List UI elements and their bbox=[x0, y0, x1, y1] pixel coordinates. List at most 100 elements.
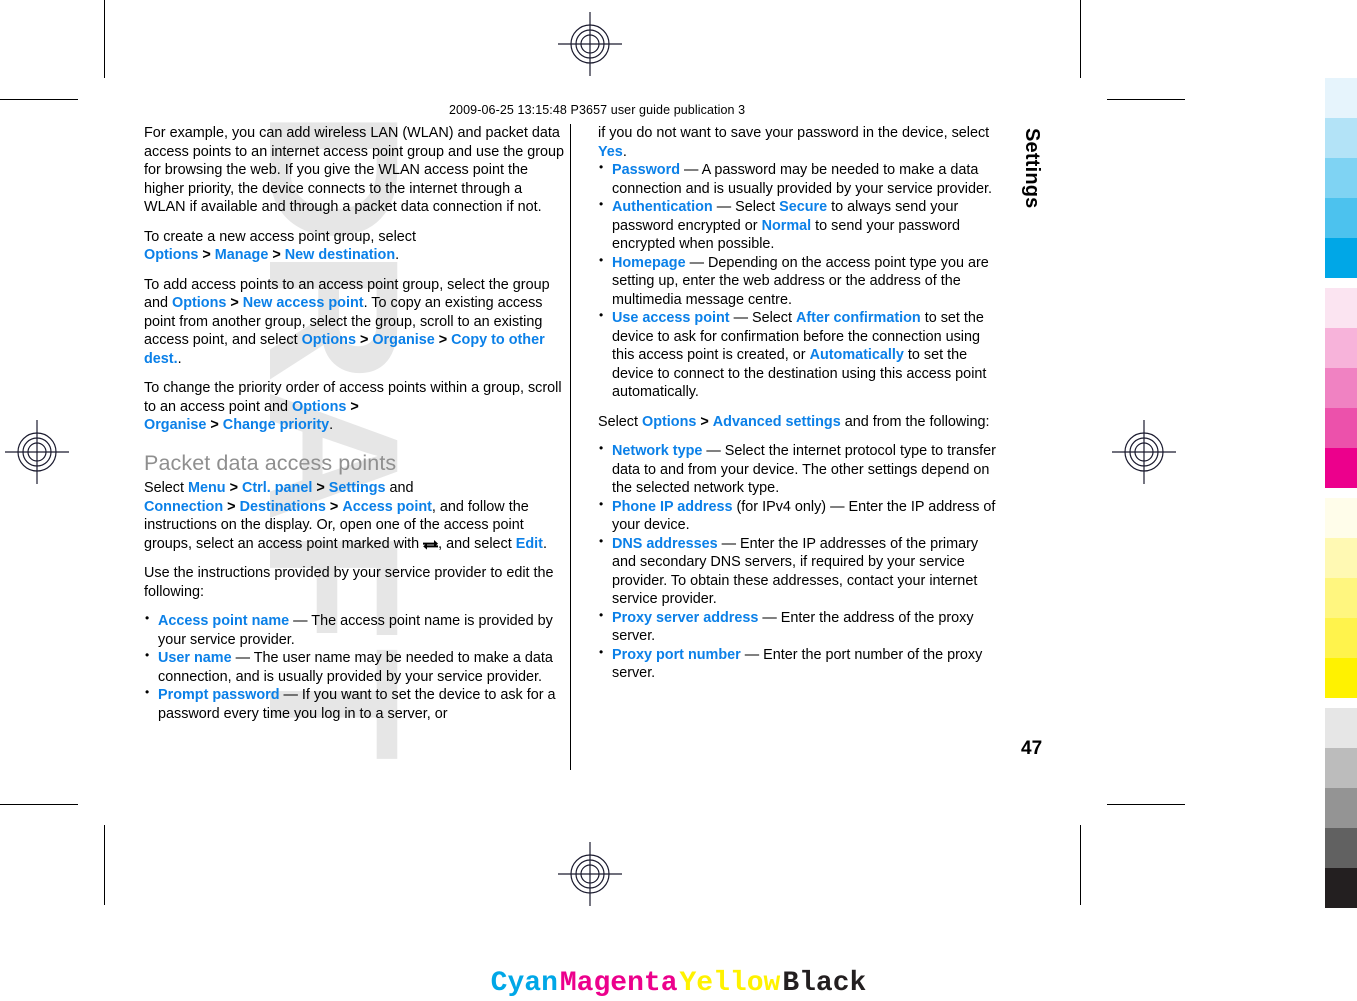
text-tail: . bbox=[542, 535, 547, 552]
list-item: Proxy server address — Enter the address… bbox=[598, 608, 1002, 646]
swatch-yellow-2 bbox=[1325, 538, 1357, 578]
term-description: — Select bbox=[712, 199, 780, 215]
list-item: Access point name — The access point nam… bbox=[144, 611, 565, 649]
separator-gt: > bbox=[210, 417, 219, 433]
paragraph-example: For example, you can add wireless LAN (W… bbox=[144, 125, 564, 215]
list-item: DNS addresses — Enter the IP addresses o… bbox=[598, 534, 1002, 609]
text-lead: Select bbox=[598, 413, 642, 430]
link-ctrl-panel[interactable]: Ctrl. panel bbox=[242, 480, 312, 496]
term-homepage[interactable]: Homepage bbox=[612, 255, 686, 271]
link-automatically[interactable]: Automatically bbox=[810, 347, 904, 363]
separator-gt: > bbox=[202, 247, 211, 263]
publication-line: 2009-06-25 13:15:48 P3657 user guide pub… bbox=[449, 103, 746, 117]
link-manage[interactable]: Manage bbox=[215, 247, 269, 263]
list-item: Use access point — Select After confirma… bbox=[598, 308, 1002, 402]
text-lead: Select bbox=[144, 480, 188, 497]
link-options[interactable]: Options bbox=[302, 332, 356, 348]
separator-gt: > bbox=[438, 332, 448, 348]
link-normal[interactable]: Normal bbox=[762, 218, 812, 234]
calibration-strip-black bbox=[1325, 708, 1357, 908]
separator-gt: > bbox=[229, 480, 238, 497]
term-use-access-point[interactable]: Use access point bbox=[612, 310, 730, 326]
swatch-black-3 bbox=[1325, 788, 1357, 828]
text-tail: . bbox=[622, 143, 627, 160]
paragraph-advanced-settings: Select Options > Advanced settings and f… bbox=[598, 413, 1002, 432]
list-item: Phone IP address (for IPv4 only) — Enter… bbox=[598, 497, 1002, 535]
swatch-black-4 bbox=[1325, 828, 1357, 868]
swatch-yellow-3 bbox=[1325, 578, 1357, 618]
list-item: Authentication — Select Secure to always… bbox=[598, 197, 1002, 254]
swatch-magenta-4 bbox=[1325, 408, 1357, 448]
link-options[interactable]: Options bbox=[144, 247, 198, 263]
column-divider bbox=[570, 124, 571, 770]
link-options[interactable]: Options bbox=[172, 295, 226, 311]
term-authentication[interactable]: Authentication bbox=[612, 199, 713, 215]
list-item: Prompt password — If you want to set the… bbox=[144, 685, 565, 723]
calibration-strip-cyan bbox=[1325, 78, 1357, 278]
term-dns-addresses[interactable]: DNS addresses bbox=[612, 536, 718, 552]
paragraph-add-access-points: To add access points to an access point … bbox=[144, 276, 565, 369]
chapter-side-title: Settings bbox=[1021, 128, 1043, 209]
text-and: and bbox=[385, 480, 414, 497]
link-menu[interactable]: Menu bbox=[188, 480, 226, 496]
link-edit[interactable]: Edit bbox=[516, 536, 543, 552]
swatch-yellow-4 bbox=[1325, 618, 1357, 658]
swatch-yellow-5 bbox=[1325, 658, 1357, 698]
swatch-cyan-1 bbox=[1325, 78, 1357, 118]
paragraph-continued: if you do not want to save your password… bbox=[598, 124, 1002, 161]
swatch-cyan-5 bbox=[1325, 238, 1357, 278]
list-item: User name — The user name may be needed … bbox=[144, 648, 565, 686]
link-new-destination[interactable]: New destination bbox=[285, 247, 395, 263]
calibration-strip-magenta bbox=[1325, 288, 1357, 488]
paragraph-use-instructions: Use the instructions provided by your se… bbox=[144, 565, 554, 600]
cmyk-label-cyan: Cyan bbox=[490, 968, 558, 999]
swatch-black-5 bbox=[1325, 868, 1357, 908]
link-destinations[interactable]: Destinations bbox=[240, 499, 326, 515]
text-lead: if you do not want to save your password… bbox=[598, 125, 990, 141]
left-bullet-list: Access point name — The access point nam… bbox=[144, 611, 565, 723]
link-yes[interactable]: Yes bbox=[598, 144, 623, 160]
separator-gt: > bbox=[700, 413, 709, 430]
swatch-cyan-2 bbox=[1325, 118, 1357, 158]
separator-gt: > bbox=[272, 247, 281, 263]
term-phone-ip-address[interactable]: Phone IP address bbox=[612, 499, 733, 515]
link-options[interactable]: Options bbox=[292, 399, 346, 415]
link-secure[interactable]: Secure bbox=[779, 199, 827, 215]
term-network-type[interactable]: Network type bbox=[612, 443, 702, 459]
text-mid-2: , and select bbox=[438, 535, 516, 552]
text-tail: . bbox=[329, 417, 334, 433]
link-organise[interactable]: Organise bbox=[372, 332, 434, 348]
cmyk-label-black: Black bbox=[782, 968, 867, 999]
term-proxy-server-address[interactable]: Proxy server address bbox=[612, 610, 758, 626]
term-prompt-password[interactable]: Prompt password bbox=[158, 687, 280, 703]
list-item: Homepage — Depending on the access point… bbox=[598, 253, 1002, 310]
cmyk-label-magenta: Magenta bbox=[559, 968, 678, 999]
swatch-magenta-3 bbox=[1325, 368, 1357, 408]
separator-gt: > bbox=[230, 295, 239, 311]
term-proxy-port-number[interactable]: Proxy port number bbox=[612, 647, 741, 663]
term-user-name[interactable]: User name bbox=[158, 650, 232, 666]
link-organise[interactable]: Organise bbox=[144, 417, 206, 433]
link-options[interactable]: Options bbox=[642, 414, 696, 430]
right-bullet-list-1: Password — A password may be needed to m… bbox=[598, 160, 1002, 402]
page-canvas: DRAFT 2009-06-25 13:15:48 P3657 user gui… bbox=[0, 0, 1357, 1001]
link-access-point[interactable]: Access point bbox=[342, 499, 432, 515]
text-tail: . bbox=[395, 247, 400, 263]
link-connection[interactable]: Connection bbox=[144, 499, 223, 515]
separator-gt: > bbox=[359, 332, 369, 348]
swatch-magenta-1 bbox=[1325, 288, 1357, 328]
cmyk-footer: CyanMagentaYellowBlack bbox=[0, 968, 1357, 999]
swatch-black-1 bbox=[1325, 708, 1357, 748]
page-number: 47 bbox=[1021, 738, 1043, 759]
term-access-point-name[interactable]: Access point name bbox=[158, 613, 289, 629]
link-advanced-settings[interactable]: Advanced settings bbox=[713, 414, 841, 430]
paragraph-create-group: To create a new access point group, sele… bbox=[144, 228, 565, 265]
link-after-confirmation[interactable]: After confirmation bbox=[796, 310, 921, 326]
link-change-priority[interactable]: Change priority bbox=[223, 417, 329, 433]
text-tail: . bbox=[177, 350, 182, 367]
separator-gt: > bbox=[329, 498, 339, 515]
link-settings[interactable]: Settings bbox=[329, 480, 386, 496]
term-password[interactable]: Password bbox=[612, 162, 680, 178]
swatch-black-2 bbox=[1325, 748, 1357, 788]
link-new-access-point[interactable]: New access point bbox=[243, 295, 364, 311]
